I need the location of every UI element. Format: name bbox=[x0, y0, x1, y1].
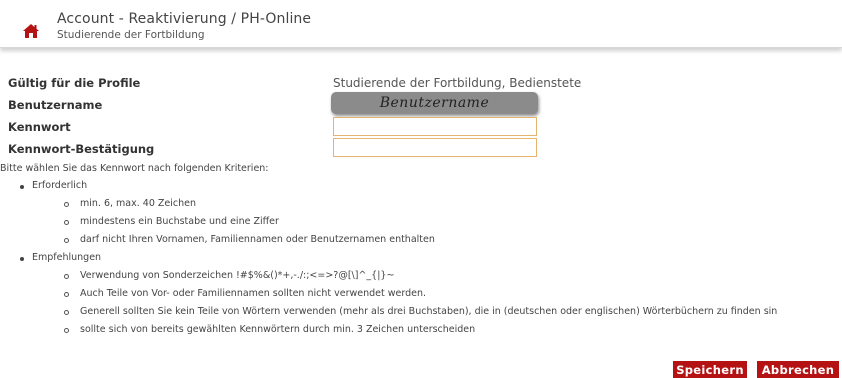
recommended-item: Verwendung von Sonderzeichen !#$%&()*+,-… bbox=[80, 270, 395, 281]
home-icon[interactable] bbox=[22, 23, 40, 39]
required-item: min. 6, max. 40 Zeichen bbox=[80, 198, 196, 209]
profiles-value: Studierende der Fortbildung, Bedienstete bbox=[333, 76, 582, 90]
sub-bullet-icon bbox=[64, 274, 69, 279]
page-header: Account - Reaktivierung / PH-Online Stud… bbox=[0, 0, 842, 48]
sub-bullet-icon bbox=[64, 310, 69, 315]
cancel-button[interactable]: Abbrechen bbox=[757, 361, 839, 378]
required-item: mindestens ein Buchstabe und eine Ziffer bbox=[80, 216, 279, 227]
required-item: darf nicht Ihren Vornamen, Familiennamen… bbox=[80, 234, 435, 245]
sub-bullet-icon bbox=[64, 220, 69, 225]
sub-bullet-icon bbox=[64, 292, 69, 297]
username-label: Benutzername bbox=[8, 98, 103, 112]
recommended-title: Empfehlungen bbox=[32, 252, 102, 263]
profiles-label: Gültig für die Profile bbox=[8, 76, 141, 90]
password-input[interactable] bbox=[333, 117, 537, 136]
sub-bullet-icon bbox=[64, 238, 69, 243]
criteria-intro: Bitte wählen Sie das Kennwort nach folge… bbox=[0, 163, 269, 174]
recommended-item: Generell sollten Sie kein Teile von Wört… bbox=[80, 306, 778, 317]
password-confirm-input[interactable] bbox=[333, 138, 537, 157]
username-value: Benutzername bbox=[379, 95, 490, 111]
bullet-icon bbox=[20, 185, 24, 189]
page-title: Account - Reaktivierung / PH-Online bbox=[57, 11, 312, 27]
password-confirm-label: Kennwort-Bestätigung bbox=[8, 142, 155, 156]
required-title: Erforderlich bbox=[32, 180, 88, 191]
sub-bullet-icon bbox=[64, 202, 69, 207]
save-button[interactable]: Speichern bbox=[673, 361, 747, 378]
bullet-icon bbox=[20, 257, 24, 261]
recommended-item: Auch Teile von Vor- oder Familiennamen s… bbox=[80, 288, 426, 299]
page-subtitle: Studierende der Fortbildung bbox=[57, 29, 205, 41]
recommended-item: sollte sich von bereits gewählten Kennwö… bbox=[80, 324, 476, 335]
password-label: Kennwort bbox=[8, 120, 71, 134]
sub-bullet-icon bbox=[64, 328, 69, 333]
username-field: Benutzername bbox=[331, 92, 538, 114]
